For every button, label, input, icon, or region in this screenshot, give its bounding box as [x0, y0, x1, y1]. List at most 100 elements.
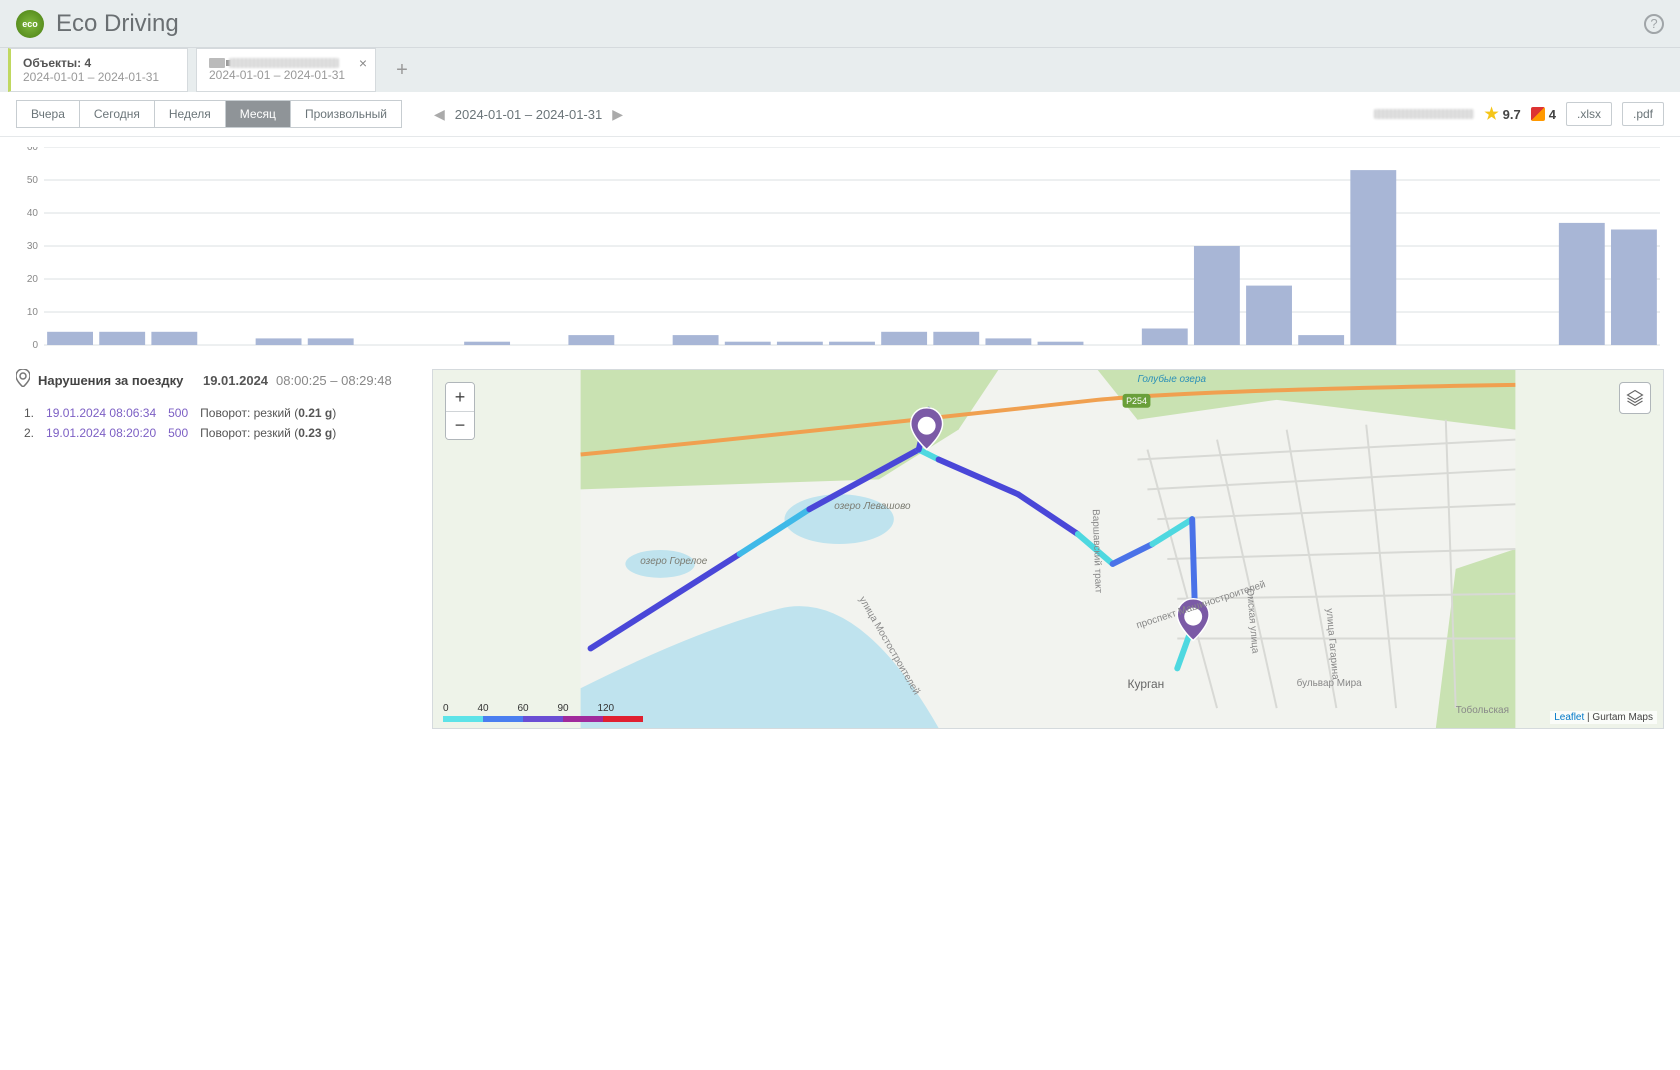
current-vehicle-redacted [1374, 109, 1474, 119]
violation-code: 500 [168, 406, 188, 420]
svg-text:10: 10 [27, 307, 39, 318]
chart-bar[interactable] [933, 332, 979, 345]
svg-text:20: 20 [27, 274, 39, 285]
btn-yesterday[interactable]: Вчера [16, 100, 80, 128]
close-icon[interactable]: × [359, 55, 367, 71]
star-icon: ★ [1484, 104, 1498, 124]
tab-vehicle-range: 2024-01-01 – 2024-01-31 [209, 68, 363, 82]
btn-week[interactable]: Неделя [155, 100, 226, 128]
tab-vehicle[interactable]: 2024-01-01 – 2024-01-31 × [196, 48, 376, 92]
rating-value: 9.7 [1503, 107, 1521, 122]
chart-bar[interactable] [1038, 342, 1084, 345]
legend-tick: 60 [517, 703, 528, 714]
map-label-lakes3: Голубые озера [1138, 374, 1207, 385]
chart-bar[interactable] [829, 342, 875, 345]
leaflet-link[interactable]: Leaflet [1554, 712, 1584, 723]
violation-timestamp[interactable]: 19.01.2024 08:06:34 [46, 406, 156, 420]
svg-text:0: 0 [32, 340, 38, 351]
vehicle-name-redacted [229, 58, 339, 68]
legend-tick: 0 [443, 703, 449, 714]
legend-segment [523, 716, 563, 722]
chart-bar[interactable] [1611, 230, 1657, 346]
trip-date: 19.01.2024 [203, 373, 268, 388]
tab-objects-range: 2024-01-01 – 2024-01-31 [23, 70, 175, 84]
map-zoom-control: + − [445, 382, 475, 440]
next-period-icon[interactable]: ▶ [612, 106, 623, 123]
help-icon[interactable]: ? [1644, 14, 1664, 34]
violations-list: 1. 19.01.2024 08:06:34 500 Поворот: резкий … [16, 406, 416, 440]
legend-segment [443, 716, 483, 722]
btn-month[interactable]: Месяц [226, 100, 291, 128]
penalty-badge: 4 [1531, 107, 1556, 122]
penalty-value: 4 [1549, 107, 1556, 122]
app-header: eco Eco Driving ? [0, 0, 1680, 48]
chart-bar[interactable] [568, 335, 614, 345]
violations-title: Нарушения за поездку [38, 373, 183, 388]
chart-bar[interactable] [1559, 223, 1605, 345]
controls-right: ★ 9.7 4 .xlsx .pdf [1370, 102, 1664, 126]
eco-logo-icon: eco [16, 10, 44, 38]
chart-bar[interactable] [725, 342, 771, 345]
chart-bar[interactable] [47, 332, 93, 345]
prev-period-icon[interactable]: ◀ [434, 106, 445, 123]
tabs-row: Объекты: 4 2024-01-01 – 2024-01-31 2024-… [0, 48, 1680, 92]
chart-bar[interactable] [777, 342, 823, 345]
chart-bar[interactable] [99, 332, 145, 345]
violation-index: 1. [24, 406, 34, 420]
add-tab-button[interactable]: + [384, 48, 420, 92]
chart-bar[interactable] [1142, 329, 1188, 346]
violation-timestamp[interactable]: 19.01.2024 08:20:20 [46, 426, 156, 440]
chart-bar[interactable] [673, 335, 719, 345]
export-pdf-button[interactable]: .pdf [1622, 102, 1664, 126]
date-navigator: ◀ 2024-01-01 – 2024-01-31 ▶ [434, 106, 623, 123]
violation-description: Поворот: резкий (0.21 g) [200, 406, 336, 420]
svg-text:50: 50 [27, 175, 39, 186]
svg-text:30: 30 [27, 241, 39, 252]
controls-row: Вчера Сегодня Неделя Месяц Произвольный … [0, 92, 1680, 137]
map-label-lake1: озеро Левашово [834, 501, 911, 512]
map-label-street5: бульвар Мира [1297, 678, 1363, 689]
zoom-out-button[interactable]: − [446, 411, 474, 439]
speed-legend: 0406090120 [443, 703, 643, 722]
chart-bar[interactable] [1194, 246, 1240, 345]
violation-row: 1. 19.01.2024 08:06:34 500 Поворот: резкий … [24, 406, 416, 420]
truck-icon [209, 58, 225, 68]
map-panel[interactable]: 1 2 озеро Левашово озеро Горелое Голубые… [432, 369, 1664, 729]
map-label-city: Курган [1128, 677, 1165, 691]
legend-tick: 90 [557, 703, 568, 714]
map-label-lake2: озеро Горелое [640, 556, 707, 567]
svg-text:40: 40 [27, 208, 39, 219]
tab-objects[interactable]: Объекты: 4 2024-01-01 – 2024-01-31 [8, 48, 188, 92]
penalty-icon [1531, 107, 1545, 121]
chart-bar[interactable] [985, 338, 1031, 345]
violations-header: Нарушения за поездку 19.01.2024 08:00:25… [16, 369, 416, 392]
map-attribution: Leaflet | Gurtam Maps [1550, 711, 1657, 724]
attrib-rest: | Gurtam Maps [1584, 712, 1653, 723]
violations-panel: Нарушения за поездку 19.01.2024 08:00:25… [16, 369, 416, 729]
date-range-label: 2024-01-01 – 2024-01-31 [455, 107, 602, 122]
map-marker-2[interactable]: 2 [924, 421, 930, 433]
lower-pane: Нарушения за поездку 19.01.2024 08:00:25… [0, 357, 1680, 741]
export-xlsx-button[interactable]: .xlsx [1566, 102, 1612, 126]
legend-segment [483, 716, 523, 722]
map-layers-button[interactable] [1619, 382, 1651, 414]
chart-bar[interactable] [151, 332, 197, 345]
chart-bar[interactable] [1298, 335, 1344, 345]
violation-row: 2.19.01.2024 08:20:20500Поворот: резкий … [24, 426, 416, 440]
layers-icon [1626, 389, 1644, 407]
chart-bar[interactable] [1246, 286, 1292, 345]
chart-bar[interactable] [881, 332, 927, 345]
violations-bar-chart: 0102030405060 [20, 147, 1660, 357]
chart-bar[interactable] [464, 342, 510, 345]
chart-bar[interactable] [1350, 170, 1396, 345]
zoom-in-button[interactable]: + [446, 383, 474, 411]
btn-today[interactable]: Сегодня [80, 100, 155, 128]
map-canvas[interactable]: 1 2 озеро Левашово озеро Горелое Голубые… [433, 370, 1663, 728]
chart-bar[interactable] [308, 338, 354, 345]
legend-segment [563, 716, 603, 722]
trip-time: 08:00:25 – 08:29:48 [276, 373, 392, 388]
btn-custom[interactable]: Произвольный [291, 100, 402, 128]
chart-bar[interactable] [256, 338, 302, 345]
violation-index: 2. [24, 426, 34, 440]
period-buttons: Вчера Сегодня Неделя Месяц Произвольный [16, 100, 402, 128]
